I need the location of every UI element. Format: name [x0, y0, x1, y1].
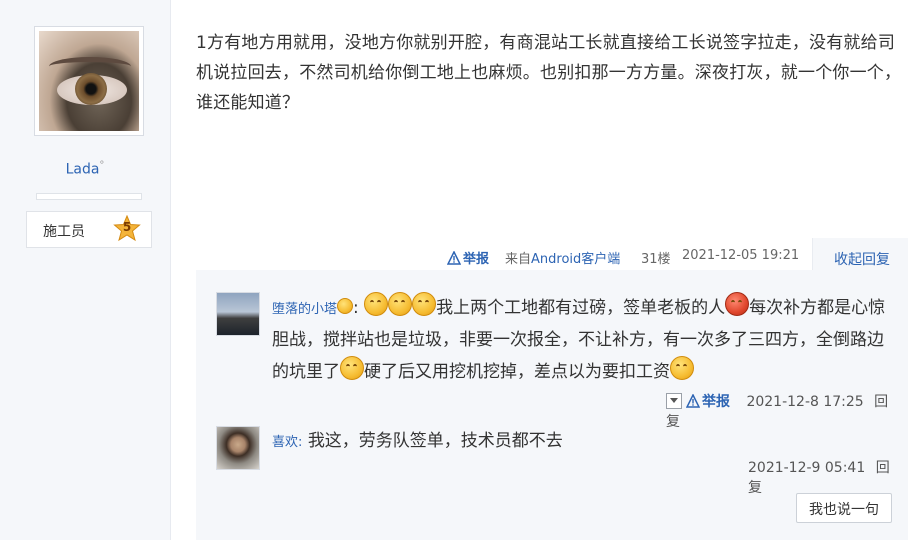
post-source: 来自Android客户端 — [505, 252, 621, 267]
reply-meta: 2021-12-9 05:41 回复 — [748, 457, 896, 497]
reply-list: 堕落的小塔: 我上两个工地都有过磅，签单老板的人 每次补方都是心惊胆战，搅拌站也是… — [196, 270, 908, 540]
reply-avatar[interactable] — [216, 292, 260, 336]
angry-emoji-icon — [725, 292, 750, 316]
reply-username[interactable]: 喜欢 — [272, 435, 298, 450]
reply-report-link[interactable]: 举报 — [685, 393, 730, 410]
avatar-image — [39, 31, 139, 131]
add-reply-button[interactable]: 我也说一句 — [796, 493, 892, 523]
rank-label: 施工员 — [43, 224, 85, 240]
reply-time: 2021-12-9 05:41 — [748, 460, 866, 476]
dropdown-icon[interactable] — [666, 393, 682, 409]
warning-icon — [447, 251, 461, 265]
warning-icon — [685, 393, 701, 408]
user-sidebar: Lada° 施工员 5 — [0, 0, 171, 540]
android-client-link[interactable]: Android客户端 — [531, 252, 620, 267]
reply-meta: 举报 2021-12-8 17:25 回复 — [666, 391, 896, 431]
report-link[interactable]: 举报 — [447, 248, 489, 267]
username-link[interactable]: Lada° — [0, 160, 170, 178]
post-content: 1方有地方用就用，没地方你就别开腔，有商混站工长就直接给工长说签字拉走，没有就给… — [196, 33, 902, 113]
collapse-replies-button[interactable]: 收起回复 — [812, 238, 908, 270]
surprised-emoji-icon — [670, 356, 694, 380]
reply-avatar[interactable] — [216, 426, 260, 470]
reply-username[interactable]: 堕落的小塔 — [272, 302, 337, 317]
level-progress-bar — [36, 193, 142, 200]
reply-text: 堕落的小塔: 我上两个工地都有过磅，签单老板的人 每次补方都是心惊胆战，搅拌站也是… — [272, 292, 898, 388]
smile-emoji-icon — [412, 292, 437, 316]
smile-emoji-icon — [364, 292, 389, 316]
user-avatar[interactable] — [34, 26, 144, 136]
rank-badge-box: 施工员 5 — [26, 211, 152, 248]
post-time: 2021-12-05 19:21 — [682, 248, 800, 263]
emoji-icon — [337, 298, 354, 314]
cool-emoji-icon — [340, 356, 364, 380]
reply-text: 喜欢: 我这，劳务队签单，技术员都不去 — [272, 431, 563, 451]
star-level-icon: 5 — [113, 214, 141, 243]
reply-time: 2021-12-8 17:25 — [746, 394, 864, 410]
post-meta: 举报 来自Android客户端 31楼 2021-12-05 19:21 — [0, 248, 908, 268]
floor-number: 31楼 — [641, 252, 671, 267]
smile-emoji-icon — [388, 292, 413, 316]
